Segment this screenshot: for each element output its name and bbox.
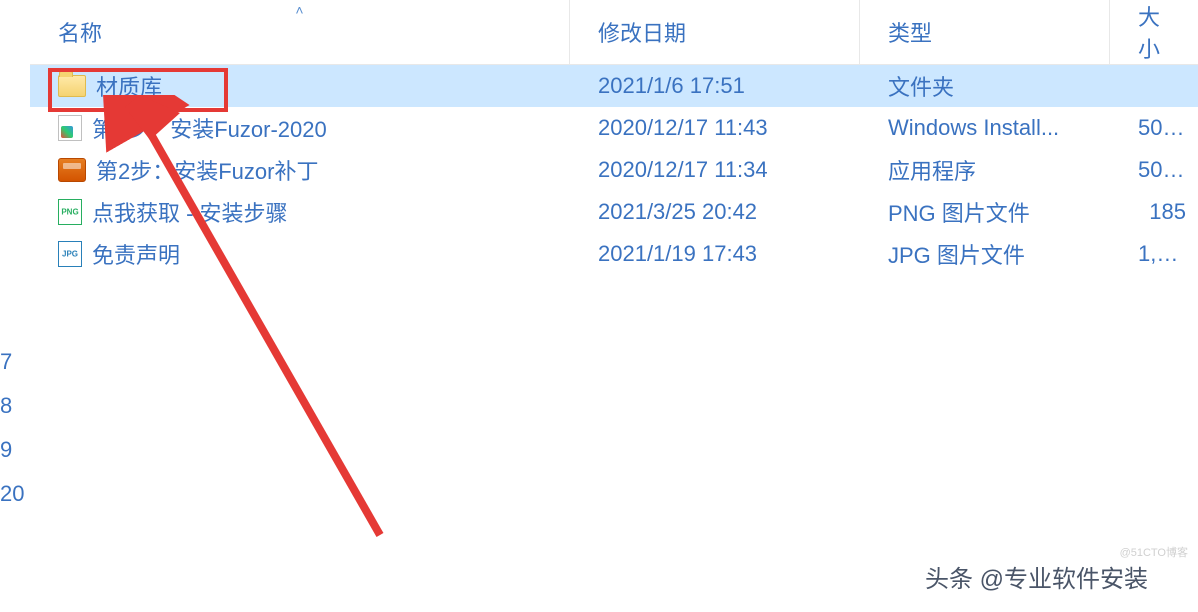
png-image-icon — [58, 199, 82, 225]
column-header-type[interactable]: 类型 — [860, 0, 1110, 64]
application-icon — [58, 158, 86, 182]
file-type-cell: JPG 图片文件 — [860, 238, 1110, 270]
file-name-cell: 第1步：安装Fuzor-2020 — [30, 112, 570, 144]
installer-icon — [58, 115, 82, 141]
column-header-date[interactable]: 修改日期 — [570, 0, 860, 64]
file-date-cell: 2020/12/17 11:43 — [570, 115, 860, 141]
file-type-cell: Windows Install... — [860, 115, 1110, 141]
file-name-label: 免责声明 — [92, 238, 180, 270]
file-row[interactable]: 材质库 2021/1/6 17:51 文件夹 — [30, 65, 1198, 107]
corner-watermark: @51CTO博客 — [1120, 544, 1188, 560]
watermark-text: 头条 @专业软件安装 — [925, 559, 1148, 594]
file-date-cell: 2021/1/6 17:51 — [570, 73, 860, 99]
file-row[interactable]: 免责声明 2021/1/19 17:43 JPG 图片文件 1,009 — [30, 233, 1198, 275]
file-name-label: 点我获取 - 安装步骤 — [92, 196, 288, 228]
file-row[interactable]: 第1步：安装Fuzor-2020 2020/12/17 11:43 Window… — [30, 107, 1198, 149]
file-type-cell: 文件夹 — [860, 70, 1110, 102]
column-header-row: 名称 ˄ 修改日期 类型 大小 — [30, 0, 1198, 65]
file-name-label: 第1步：安装Fuzor-2020 — [92, 112, 327, 144]
file-size-cell: 185 — [1110, 199, 1198, 225]
file-type-cell: PNG 图片文件 — [860, 196, 1110, 228]
file-row[interactable]: 点我获取 - 安装步骤 2021/3/25 20:42 PNG 图片文件 185 — [30, 191, 1198, 233]
column-header-date-label: 修改日期 — [598, 16, 686, 48]
file-row[interactable]: 第2步：安装Fuzor补丁 2020/12/17 11:34 应用程序 50,1… — [30, 149, 1198, 191]
column-header-name-label: 名称 — [58, 16, 102, 48]
file-size-cell: 50,183 — [1110, 157, 1198, 183]
jpg-image-icon — [58, 241, 82, 267]
file-name-label: 第2步：安装Fuzor补丁 — [96, 154, 318, 186]
file-name-label: 材质库 — [96, 70, 162, 102]
file-name-cell: 免责声明 — [30, 238, 570, 270]
sort-indicator-icon: ˄ — [295, 2, 303, 18]
file-date-cell: 2020/12/17 11:34 — [570, 157, 860, 183]
file-type-cell: 应用程序 — [860, 154, 1110, 186]
file-explorer-list: 名称 ˄ 修改日期 类型 大小 材质库 2021/1/6 17:51 文件夹 第… — [30, 0, 1198, 612]
file-date-cell: 2021/3/25 20:42 — [570, 199, 860, 225]
column-header-type-label: 类型 — [888, 16, 932, 48]
file-name-cell: 材质库 — [30, 70, 570, 102]
file-size-cell: 1,009 — [1110, 241, 1198, 267]
file-name-cell: 第2步：安装Fuzor补丁 — [30, 154, 570, 186]
column-header-size-label: 大小 — [1138, 0, 1170, 64]
file-date-cell: 2021/1/19 17:43 — [570, 241, 860, 267]
column-header-size[interactable]: 大小 — [1110, 0, 1198, 64]
column-header-name[interactable]: 名称 ˄ — [30, 0, 570, 64]
line-numbers: 7 8 9 20 — [0, 340, 24, 516]
file-name-cell: 点我获取 - 安装步骤 — [30, 196, 570, 228]
file-size-cell: 504,120 — [1110, 115, 1198, 141]
folder-icon — [58, 75, 86, 97]
